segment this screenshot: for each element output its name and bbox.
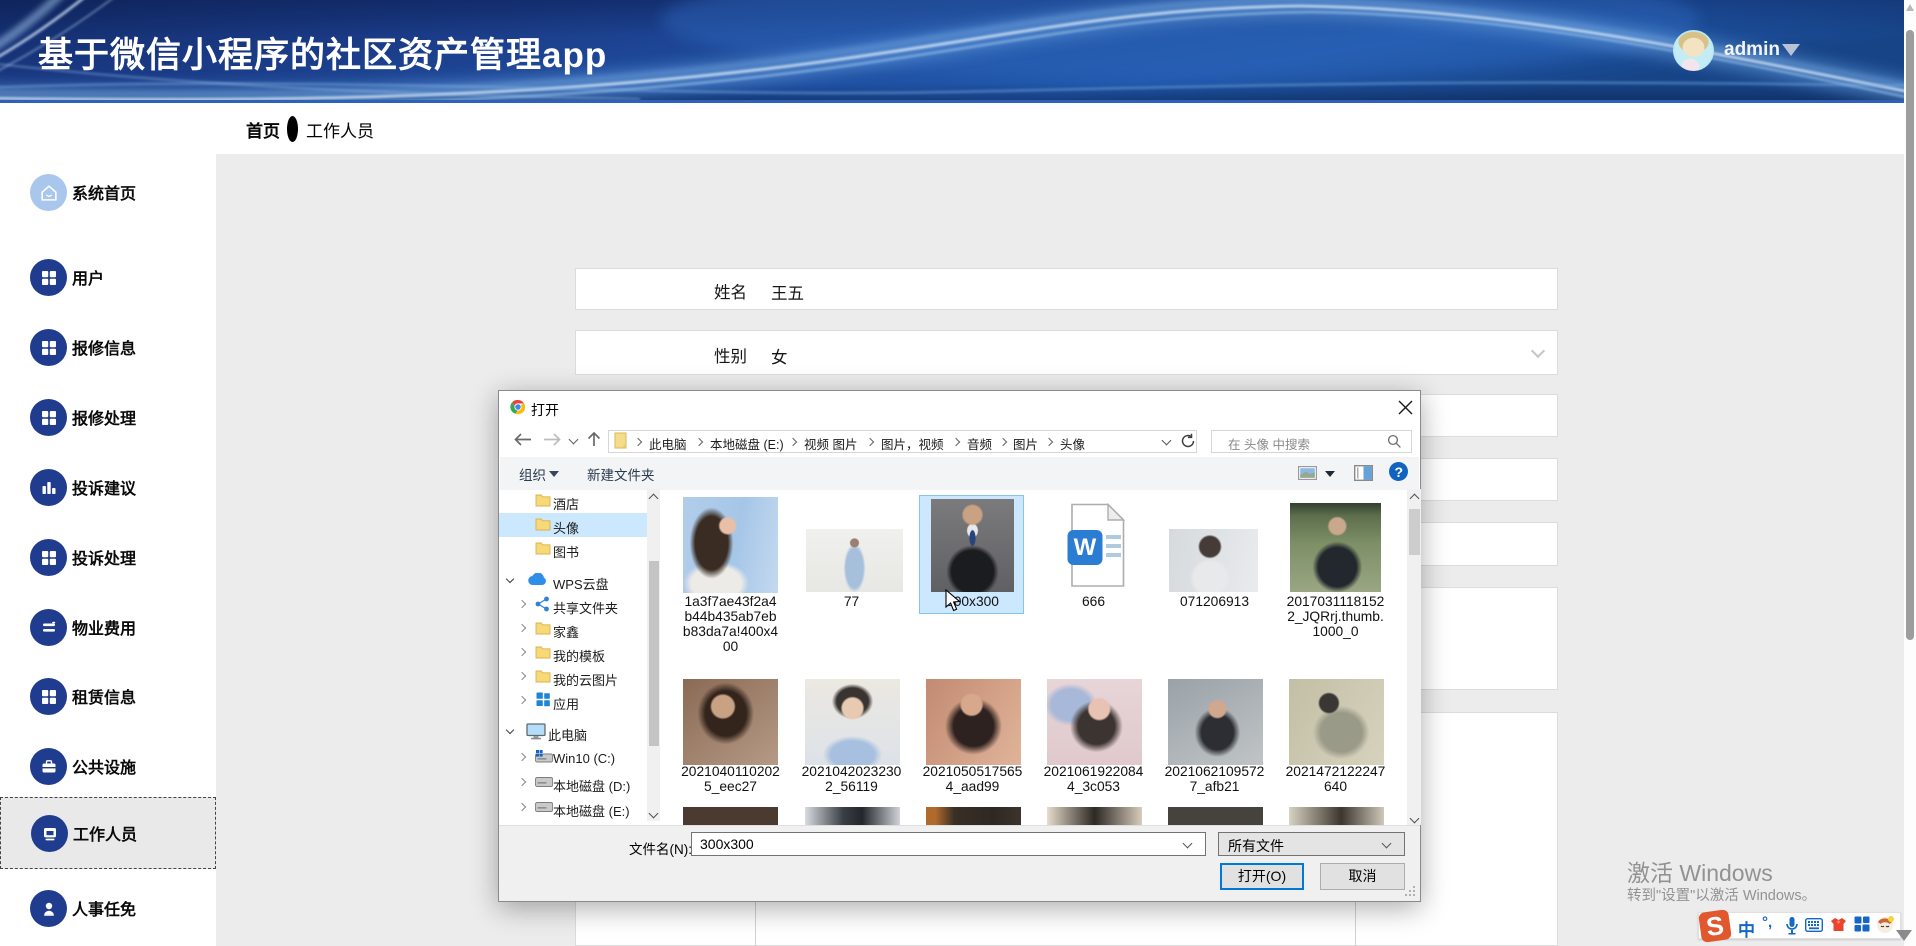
svg-text:W: W	[1074, 534, 1097, 561]
